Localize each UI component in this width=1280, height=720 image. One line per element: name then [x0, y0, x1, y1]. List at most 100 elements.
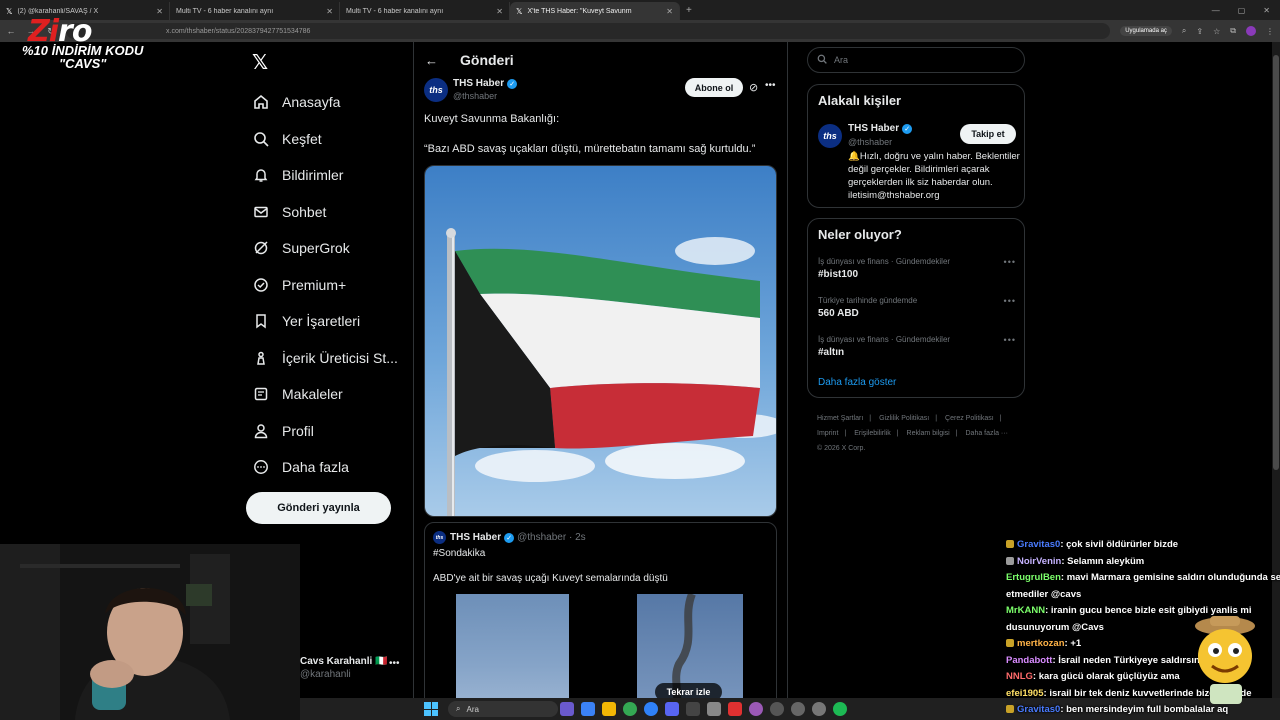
footer-link[interactable]: Daha fazla ···: [966, 430, 1008, 437]
extensions-icon[interactable]: ⧉: [1230, 26, 1236, 36]
grok-icon[interactable]: ⊘: [749, 81, 758, 94]
tweet-text: Kuveyt Savunma Bakanlığı:: [424, 113, 560, 125]
browser-tab[interactable]: Multi TV - 6 haber kanalını aynı ✕: [170, 2, 340, 20]
nav-item-bookmarks[interactable]: Yer İşaretleri: [252, 303, 398, 340]
nav-item-articles[interactable]: Makaleler: [252, 376, 398, 413]
browser-address-bar: ← → ↻ x.com/thshaber/status/202837942775…: [0, 20, 1280, 42]
post-button[interactable]: Gönderi yayınla: [246, 492, 391, 524]
share-icon[interactable]: ⇪: [1196, 27, 1203, 36]
nav-item-messages[interactable]: Sohbet: [252, 194, 398, 231]
copyright: © 2026 X Corp.: [817, 445, 866, 452]
scrollbar-thumb[interactable]: [1273, 55, 1279, 470]
profile-avatar[interactable]: [1246, 26, 1256, 36]
nav-item-notifications[interactable]: Bildirimler: [252, 157, 398, 194]
show-more-link[interactable]: Daha fazla göster: [818, 377, 896, 388]
app-icon[interactable]: [686, 702, 700, 716]
close-tab-icon[interactable]: ✕: [666, 7, 673, 16]
back-arrow-icon[interactable]: ←: [425, 53, 438, 68]
search-input[interactable]: Ara: [807, 47, 1025, 73]
footer-link[interactable]: Gizlilik Politikası: [879, 415, 929, 422]
chat-username[interactable]: Gravitas0: [1017, 704, 1060, 715]
app-icon[interactable]: [581, 702, 595, 716]
app-icon[interactable]: [770, 702, 784, 716]
footer-link[interactable]: Hizmet Şartları: [817, 415, 863, 422]
quoted-tweet[interactable]: ths THS Haber ✓ @thshaber · 2s #Sondakika …: [424, 522, 777, 712]
close-tab-icon[interactable]: ✕: [326, 7, 333, 16]
x-logo-icon[interactable]: 𝕏: [252, 50, 268, 75]
browser-tab[interactable]: Multi TV - 6 haber kanalını aynı ✕: [340, 2, 510, 20]
nav-item-explore[interactable]: Keşfet: [252, 121, 398, 158]
app-icon[interactable]: [644, 702, 658, 716]
footer-link[interactable]: Imprint: [817, 430, 838, 437]
chat-username[interactable]: NoirVenin: [1017, 556, 1061, 567]
zoom-icon[interactable]: ⌕: [1182, 26, 1186, 36]
related-bio: 🔔Hızlı, doğru ve yalın haber. Beklentile…: [848, 151, 1020, 201]
chat-text: : kara gücü olarak güçlüyüz ama: [1032, 671, 1180, 682]
nav-item-premium[interactable]: Premium+: [252, 267, 398, 304]
column-divider: [413, 42, 414, 702]
related-name[interactable]: THS Haber ✓: [848, 123, 913, 134]
footer-link[interactable]: Çerez Politikası: [945, 415, 994, 422]
app-icon[interactable]: [707, 702, 721, 716]
new-tab-icon[interactable]: +: [680, 5, 692, 16]
subscribe-button[interactable]: Abone ol: [685, 78, 743, 97]
quoted-video-thumb[interactable]: [456, 594, 569, 711]
account-more-icon[interactable]: •••: [389, 658, 400, 669]
trend-item[interactable]: Türkiye tarihinde gündemde 560 ABD •••: [818, 296, 1016, 319]
x-favicon-icon: 𝕏: [6, 6, 13, 16]
nav-item-creator-studio[interactable]: İçerik Üreticisi St...: [252, 340, 398, 377]
follow-button[interactable]: Takip et: [960, 124, 1016, 144]
menu-icon[interactable]: ⋮: [1266, 27, 1274, 36]
author-avatar[interactable]: ths: [424, 78, 448, 102]
quoted-hashtag[interactable]: #Sondakika: [433, 548, 485, 559]
app-icon[interactable]: [749, 702, 763, 716]
url-input[interactable]: x.com/thshaber/status/202837942775153478…: [66, 23, 1111, 39]
chat-username[interactable]: Gravitas0: [1017, 539, 1060, 550]
chat-username[interactable]: MrKANN: [1006, 605, 1045, 616]
chat-username[interactable]: ErtugrulBen: [1006, 572, 1061, 583]
app-icon[interactable]: [560, 702, 574, 716]
app-icon[interactable]: [791, 702, 805, 716]
nav-item-supergrok[interactable]: SuperGrok: [252, 230, 398, 267]
back-icon[interactable]: ←: [6, 26, 16, 36]
nav-item-home[interactable]: Anasayfa: [252, 84, 398, 121]
panel-title: Alakalı kişiler: [818, 93, 902, 108]
trend-item[interactable]: İş dünyası ve finans · Gündemdekiler #al…: [818, 335, 1016, 358]
chat-username[interactable]: Pandabott: [1006, 655, 1052, 666]
app-icon[interactable]: [812, 702, 826, 716]
close-tab-icon[interactable]: ✕: [156, 7, 163, 16]
verified-badge-icon: ✓: [902, 123, 913, 134]
post-more-icon[interactable]: •••: [765, 80, 776, 91]
discord-icon[interactable]: [665, 702, 679, 716]
author-name[interactable]: THS Haber ✓: [453, 78, 518, 89]
folder-icon[interactable]: [602, 702, 616, 716]
webcam-feed: [0, 544, 300, 720]
chrome-icon[interactable]: [623, 702, 637, 716]
close-tab-icon[interactable]: ✕: [496, 7, 503, 16]
footer-link[interactable]: Reklam bilgisi: [907, 430, 950, 437]
nav-item-profile[interactable]: Profil: [252, 413, 398, 450]
windows-start-icon[interactable]: [424, 702, 438, 716]
chat-username[interactable]: mertkozan: [1017, 638, 1065, 649]
taskbar-search[interactable]: ⌕ Ara: [448, 701, 558, 717]
chat-badge-icon: [1006, 705, 1014, 714]
trend-more-icon[interactable]: •••: [1004, 335, 1016, 345]
maximize-icon[interactable]: ▢: [1238, 6, 1246, 15]
close-window-icon[interactable]: ✕: [1263, 6, 1270, 15]
browser-tab-active[interactable]: 𝕏 X'te THS Haber: "Kuveyt Savunm ✕: [510, 2, 680, 20]
footer-link[interactable]: Erişilebilirlik: [854, 430, 891, 437]
open-in-app-button[interactable]: Uygulamada aç: [1120, 26, 1172, 36]
nav-item-more[interactable]: Daha fazla: [252, 449, 398, 486]
app-icon[interactable]: [728, 702, 742, 716]
related-avatar[interactable]: ths: [818, 124, 842, 148]
chat-username[interactable]: efei1905: [1006, 688, 1044, 699]
spotify-icon[interactable]: [833, 702, 847, 716]
trend-item[interactable]: İş dünyası ve finans · Gündemdekiler #bi…: [818, 257, 1016, 280]
minimize-icon[interactable]: —: [1212, 6, 1220, 15]
star-icon[interactable]: ☆: [1213, 27, 1220, 36]
grok-icon: [252, 239, 270, 257]
trend-more-icon[interactable]: •••: [1004, 257, 1016, 267]
tweet-image[interactable]: [424, 165, 777, 517]
chat-username[interactable]: NNLG: [1006, 671, 1033, 682]
trend-more-icon[interactable]: •••: [1004, 296, 1016, 306]
